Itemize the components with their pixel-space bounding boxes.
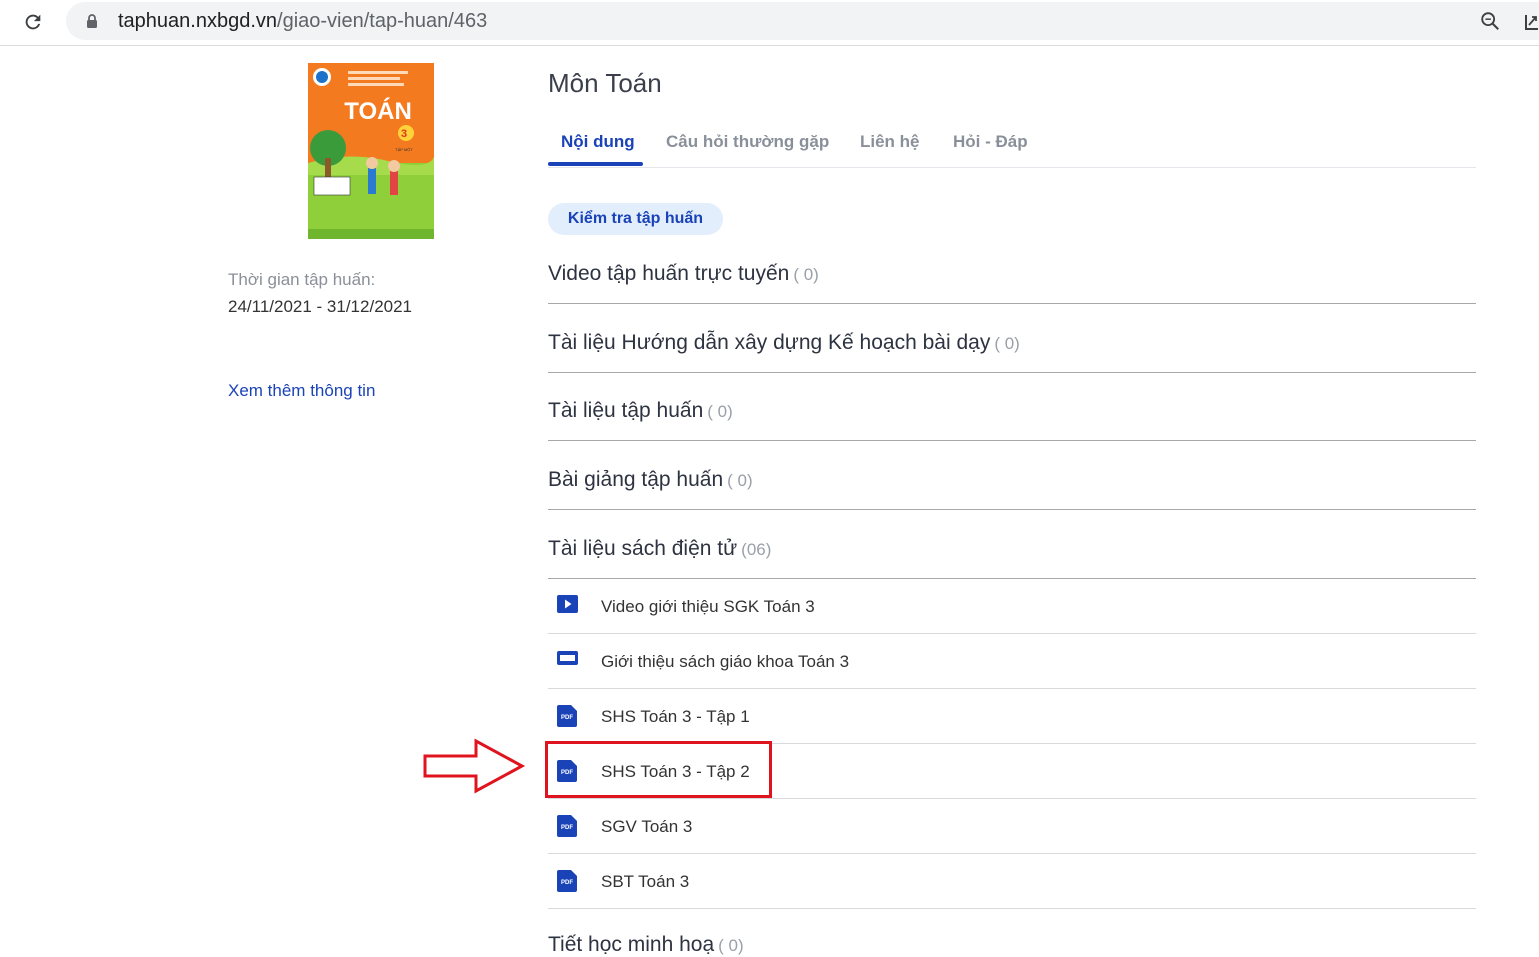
url-host: taphuan.nxbgd.vn [118, 10, 278, 32]
section-count: ( 0) [793, 265, 819, 284]
lock-icon [87, 14, 97, 28]
section-count: ( 0) [994, 334, 1020, 353]
file-row[interactable]: Giới thiệu sách giáo khoa Toán 3 [548, 634, 1476, 689]
section-count: ( 0) [727, 471, 753, 490]
pdf-badge: PDF [561, 880, 573, 886]
section-lesson-plan-guide[interactable]: Tài liệu Hướng dẫn xây dựng Kế hoạch bài… [548, 304, 1476, 373]
section-title-text: Video tập huấn trực tuyến [548, 262, 790, 285]
reload-icon [25, 14, 41, 30]
tab-faq[interactable]: Câu hỏi thường gặp [666, 132, 829, 152]
file-row[interactable]: Video giới thiệu SGK Toán 3 [548, 579, 1476, 634]
section-title: Tài liệu sách điện tử (06) [548, 537, 771, 561]
file-label: Video giới thiệu SGK Toán 3 [601, 597, 815, 616]
pdf-badge: PDF [561, 715, 573, 721]
more-info-link[interactable]: Xem thêm thông tin [228, 381, 375, 401]
file-label: SGV Toán 3 [601, 817, 693, 836]
section-title: Tài liệu Hướng dẫn xây dựng Kế hoạch bài… [548, 331, 1020, 355]
section-training-lectures[interactable]: Bài giảng tập huấn( 0) [548, 441, 1476, 510]
file-row[interactable]: PDF SGV Toán 3 [548, 799, 1476, 854]
cover-title: TOÁN [344, 97, 412, 125]
section-title-text: Tài liệu sách điện tử [548, 537, 738, 560]
section-title-text: Tài liệu tập huấn [548, 399, 704, 422]
pdf-badge: PDF [561, 825, 573, 831]
section-ebook-documents[interactable]: Tài liệu sách điện tử (06) [548, 510, 1476, 579]
share-icon[interactable] [1524, 11, 1538, 31]
arrow-annotation-icon [423, 738, 526, 794]
section-title-text: Bài giảng tập huấn [548, 468, 724, 491]
section-title: Bài giảng tập huấn( 0) [548, 468, 753, 492]
section-video-training[interactable]: Video tập huấn trực tuyến( 0) [548, 258, 1476, 304]
check-training-button[interactable]: Kiểm tra tập huấn [548, 203, 723, 235]
address-bar[interactable]: taphuan.nxbgd.vn/giao-vien/tap-huan/463 [66, 2, 1539, 40]
cover-grade: 3 [401, 128, 407, 140]
training-time-label: Thời gian tập huấn: [228, 270, 376, 289]
section-title: Video tập huấn trực tuyến( 0) [548, 262, 819, 286]
url-text: taphuan.nxbgd.vn/giao-vien/tap-huan/463 [118, 10, 487, 33]
file-label: SHS Toán 3 - Tập 1 [601, 707, 750, 726]
file-row[interactable]: PDF SHS Toán 3 - Tập 1 [548, 689, 1476, 744]
section-count: ( 0) [707, 402, 733, 421]
file-label: Giới thiệu sách giáo khoa Toán 3 [601, 652, 850, 671]
section-title-text: Tiết học minh hoạ [548, 933, 715, 956]
pdf-icon: PDF [557, 870, 577, 892]
file-row[interactable]: PDF SBT Toán 3 [548, 854, 1476, 909]
active-tab-indicator [548, 162, 643, 166]
section-count: ( 0) [718, 936, 744, 955]
highlight-annotation-box [545, 741, 772, 798]
pdf-icon: PDF [557, 815, 577, 837]
book-cover-image: TOÁN 3 TẬP MỘT [308, 63, 434, 239]
training-time-value: 24/11/2021 - 31/12/2021 [228, 297, 413, 316]
page-title: Môn Toán [548, 68, 662, 98]
section-title-text: Tài liệu Hướng dẫn xây dựng Kế hoạch bài… [548, 331, 991, 354]
slides-icon [557, 651, 578, 665]
zoom-icon[interactable] [1479, 10, 1501, 32]
video-play-icon [557, 595, 578, 613]
tab-bar: Nội dung Câu hỏi thường gặp Liên hệ Hỏi … [548, 122, 1476, 168]
file-label: SBT Toán 3 [601, 872, 690, 891]
browser-toolbar: taphuan.nxbgd.vn/giao-vien/tap-huan/463 [0, 0, 1539, 46]
tab-contact[interactable]: Liên hệ [860, 132, 920, 152]
section-illustrative-lessons[interactable]: Tiết học minh hoạ( 0) [548, 909, 1476, 956]
section-count: (06) [741, 540, 772, 559]
pdf-icon: PDF [557, 705, 577, 727]
url-path: /giao-vien/tap-huan/463 [277, 10, 488, 32]
section-training-documents[interactable]: Tài liệu tập huấn( 0) [548, 373, 1476, 441]
tab-qa[interactable]: Hỏi - Đáp [953, 132, 1028, 152]
section-title: Tài liệu tập huấn( 0) [548, 399, 733, 423]
section-title: Tiết học minh hoạ( 0) [548, 933, 744, 957]
reload-button[interactable] [14, 4, 52, 40]
tab-content[interactable]: Nội dung [561, 132, 635, 152]
cover-volume: TẬP MỘT [395, 147, 413, 152]
